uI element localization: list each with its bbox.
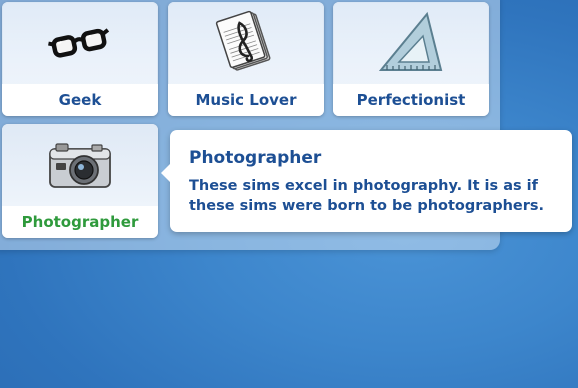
trait-tooltip: Photographer These sims excel in photogr…: [161, 130, 572, 232]
trait-art: [2, 2, 158, 84]
trait-tile-geek[interactable]: Geek: [2, 2, 158, 116]
trait-tile-photographer[interactable]: Photographer: [2, 124, 158, 238]
trait-label: Music Lover: [168, 84, 324, 116]
set-square-icon: [378, 11, 443, 71]
tooltip-arrow: [161, 164, 170, 182]
trait-label: Perfectionist: [333, 84, 489, 116]
tooltip-description: These sims excel in photography. It is a…: [189, 178, 545, 214]
trait-label: Photographer: [2, 206, 158, 238]
trait-tile-music-lover[interactable]: Music Lover: [168, 2, 324, 116]
trait-art: [2, 124, 158, 206]
tooltip-title: Photographer: [189, 148, 322, 168]
trait-tile-perfectionist[interactable]: Perfectionist: [333, 2, 489, 116]
sheet-music-icon: [215, 10, 271, 71]
trait-art: [333, 2, 489, 84]
trait-art: [168, 2, 324, 84]
trait-label: Geek: [2, 84, 158, 116]
camera-icon: [49, 143, 111, 188]
glasses-icon: [48, 28, 110, 58]
